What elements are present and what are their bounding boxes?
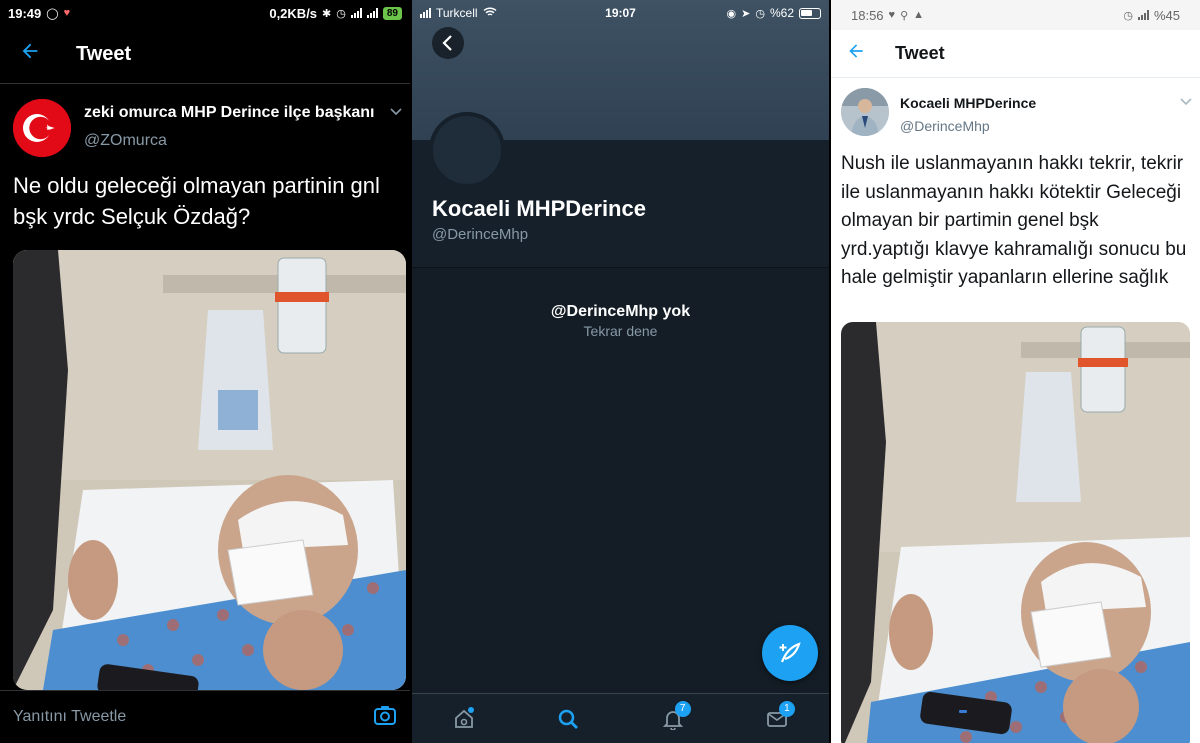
reply-input[interactable]: Yanıtını Tweetle: [13, 708, 126, 726]
search-icon: [559, 709, 579, 729]
right-panel-tweet-light: 18:56 ♥ ⚲ ▲ ◷ %45 Tweet Kocaeli MHPDerin: [831, 0, 1200, 743]
chevron-down-icon[interactable]: [390, 103, 402, 119]
tab-notifications[interactable]: 7: [653, 699, 693, 739]
reply-bar[interactable]: Yanıtını Tweetle: [0, 690, 410, 743]
tweet-photo[interactable]: [13, 250, 406, 690]
feather-plus-icon: [779, 642, 801, 663]
status-bar: 19:49 ◯ ♥ 0,2KB/s ✱ ◷ 89: [0, 0, 410, 26]
middle-panel-profile: Turkcell 19:07 ◉ ➤ ◷ %62 Kocaeli MHPDeri…: [412, 0, 829, 743]
back-arrow-icon[interactable]: [831, 41, 881, 67]
hospital-photo: [841, 322, 1190, 743]
retry-link[interactable]: Tekrar dene: [412, 323, 829, 339]
turkish-flag-icon: [13, 99, 71, 157]
chevron-down-icon[interactable]: [1180, 94, 1192, 109]
profile-name: Kocaeli MHPDerince: [432, 196, 646, 221]
page-title: Tweet: [895, 43, 945, 63]
battery-percent: %62: [769, 6, 794, 20]
avatar[interactable]: [13, 99, 71, 157]
tweet-text: Ne oldu geleceği olmayan partinin gnl bş…: [13, 173, 380, 229]
profile-handle: @DerinceMhp: [432, 226, 529, 243]
wifi-icon: [483, 6, 497, 20]
battery-icon: [799, 7, 821, 19]
location-icon: ➤: [741, 7, 751, 20]
alarm-icon: ◷: [336, 7, 346, 20]
hospital-photo: [13, 250, 406, 690]
battery-indicator: 89: [382, 6, 402, 20]
avatar: [429, 112, 505, 188]
warning-icon: ▲: [913, 9, 925, 21]
new-content-dot: [468, 706, 475, 713]
battery-percent: %45: [1153, 7, 1180, 23]
tweet-header: Tweet: [0, 26, 410, 84]
chevron-left-icon: [442, 35, 452, 51]
account-missing-message: @DerinceMhp yok: [550, 303, 691, 320]
signal-icon: [420, 8, 431, 18]
divider: [412, 267, 829, 268]
author-handle[interactable]: @ZOmurca: [84, 132, 167, 150]
tweet-photo[interactable]: [841, 322, 1190, 743]
tweet-author[interactable]: Kocaeli MHPDerince @DerinceMhp: [841, 88, 1192, 140]
alarm-icon: ◷: [755, 7, 765, 20]
search-icon: ⚲: [900, 9, 909, 22]
author-name[interactable]: zeki omurca MHP Derince ilçe başkanı: [84, 104, 375, 122]
bluetooth-icon: ✱: [322, 7, 332, 20]
avatar[interactable]: [841, 88, 889, 136]
back-button[interactable]: [432, 27, 464, 59]
network-speed: 0,2KB/s: [269, 5, 318, 21]
bottom-tab-bar: 7 1: [412, 693, 829, 743]
lock-rotation-icon: ◉: [726, 7, 737, 20]
whatsapp-icon: ◯: [46, 7, 59, 20]
heart-icon: ♥: [888, 9, 896, 21]
signal-icon: [350, 8, 362, 18]
tweet-header: Tweet: [831, 30, 1200, 78]
compose-tweet-button[interactable]: [762, 625, 818, 681]
status-bar: 18:56 ♥ ⚲ ▲ ◷ %45: [831, 0, 1200, 30]
alarm-icon: ◷: [1123, 9, 1133, 22]
tab-home[interactable]: [444, 699, 484, 739]
camera-icon[interactable]: [373, 704, 397, 731]
status-time: 19:07: [605, 6, 636, 20]
signal-icon-2: [366, 8, 378, 18]
tab-search[interactable]: [548, 699, 588, 739]
messages-badge: 1: [778, 700, 795, 717]
author-handle[interactable]: @DerinceMhp: [900, 118, 990, 134]
tweet-author[interactable]: zeki omurca MHP Derince ilçe başkanı @ZO…: [13, 97, 402, 157]
tab-messages[interactable]: 1: [757, 699, 797, 739]
status-time: 19:49: [8, 5, 42, 21]
status-bar: Turkcell 19:07 ◉ ➤ ◷ %62: [412, 0, 829, 26]
page-title: Tweet: [76, 43, 132, 65]
carrier-name: Turkcell: [436, 6, 478, 20]
back-arrow-icon[interactable]: [0, 40, 60, 69]
left-panel-tweet-dark: 19:49 ◯ ♥ 0,2KB/s ✱ ◷ 89 Tweet zeki omur…: [0, 0, 410, 743]
heart-icon: ♥: [63, 7, 71, 19]
signal-icon: [1137, 10, 1149, 20]
notifications-badge: 7: [674, 700, 691, 717]
tweet-text: Nush ile uslanmayanın hakkı tekrir, tekr…: [841, 153, 1187, 288]
person-photo-icon: [841, 88, 889, 136]
status-time: 18:56: [851, 7, 884, 23]
author-name[interactable]: Kocaeli MHPDerince: [900, 95, 1036, 111]
